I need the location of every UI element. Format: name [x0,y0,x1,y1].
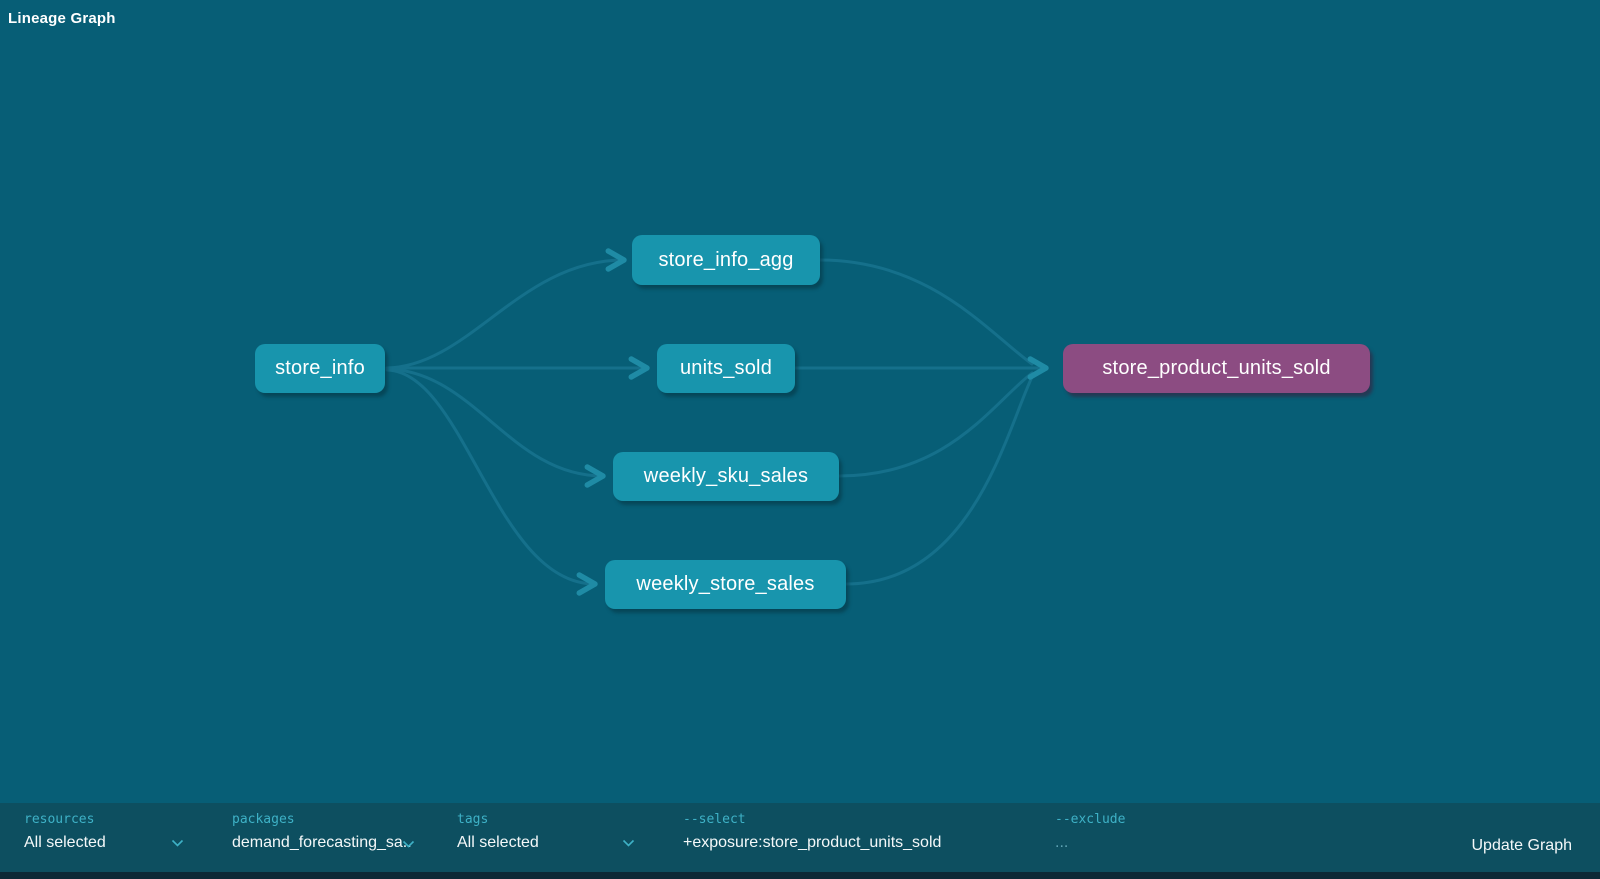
update-graph-button[interactable]: Update Graph [1471,837,1572,855]
filter-exclude: --exclude ... [1055,812,1275,852]
node-label: store_info_agg [658,249,793,272]
page-title: Lineage Graph [8,10,116,27]
lineage-canvas[interactable]: store_info store_info_agg units_sold wee… [0,0,1600,803]
chevron-down-icon [622,839,635,848]
tags-dropdown-value: All selected [457,834,539,852]
node-store_info[interactable]: store_info [255,344,385,393]
node-units_sold[interactable]: units_sold [657,344,795,393]
packages-dropdown-value: demand_forecasting_sa... [232,834,413,852]
tags-dropdown[interactable]: All selected [457,834,635,852]
lineage-graph-app: Lineage Graph store_info [0,0,1600,879]
chevron-down-icon [402,840,415,849]
node-label: weekly_sku_sales [644,465,808,488]
exclude-input-value: ... [1055,834,1068,852]
node-weekly_store_sales[interactable]: weekly_store_sales [605,560,846,609]
lineage-edges [0,0,1600,803]
filter-select-label: --select [683,812,1033,827]
edge-weekly_sku_sales-exposure [839,373,1032,476]
node-store_info_agg[interactable]: store_info_agg [632,235,820,285]
filter-resources-label: resources [24,812,184,827]
filter-bar: resources All selected packages demand_f… [0,803,1600,872]
edge-weekly_store_sales-exposure [846,377,1032,584]
resources-dropdown[interactable]: All selected [24,834,184,852]
node-label: units_sold [680,357,772,380]
chevron-down-icon [171,839,184,848]
edge-store_info-store_info_agg [387,260,624,368]
filter-exclude-label: --exclude [1055,812,1275,827]
resources-dropdown-value: All selected [24,834,106,852]
packages-dropdown[interactable]: demand_forecasting_sa... [232,834,413,852]
edge-store_info_agg-exposure [820,260,1032,364]
select-input-value: +exposure:store_product_units_sold [683,834,941,852]
node-store_product_units_sold[interactable]: store_product_units_sold [1063,344,1370,393]
bottom-strip [0,872,1600,879]
filter-tags: tags All selected [457,812,635,852]
filter-packages: packages demand_forecasting_sa... [232,812,413,852]
filter-packages-label: packages [232,812,413,827]
edge-store_info-weekly_store_sales [387,370,595,584]
node-label: store_product_units_sold [1102,357,1330,380]
node-label: store_info [275,357,365,380]
select-input[interactable]: +exposure:store_product_units_sold [683,834,1033,852]
node-label: weekly_store_sales [636,573,814,596]
exclude-input[interactable]: ... [1055,834,1275,852]
node-weekly_sku_sales[interactable]: weekly_sku_sales [613,452,839,501]
filter-select: --select +exposure:store_product_units_s… [683,812,1033,852]
filter-tags-label: tags [457,812,635,827]
filter-resources: resources All selected [24,812,184,852]
